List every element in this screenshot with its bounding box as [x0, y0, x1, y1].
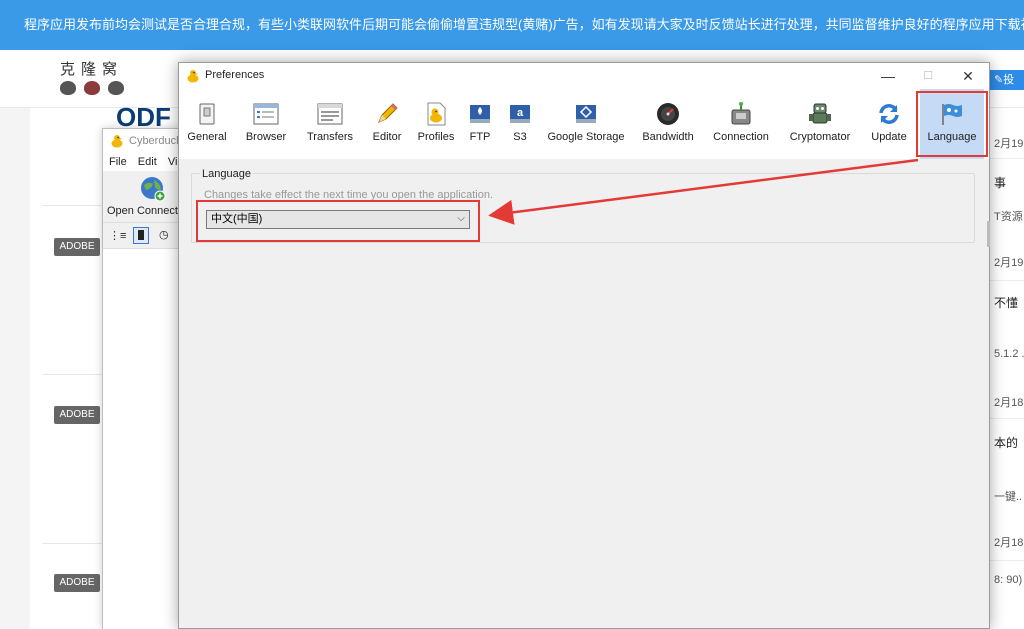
post-button[interactable]: ✎投 [988, 70, 1024, 90]
tab-label: FTP [469, 131, 491, 143]
menu-file[interactable]: File [109, 156, 127, 168]
list-item-date: 2月19 [994, 138, 1024, 150]
site-notice-banner: 程序应用发布前均会测试是否合理合规，有些小类联网软件后期可能会偷偷增置违规型(黄… [0, 0, 1024, 50]
maximize-button: ☐ [923, 70, 933, 82]
tab-ftp[interactable]: FTP [465, 89, 495, 159]
amazon-s3-icon: a [510, 105, 530, 123]
tab-transfers[interactable]: Transfers [303, 89, 357, 159]
cyberduck-title: Cyberduck [129, 135, 181, 147]
divider [42, 205, 102, 206]
list-item-date: 2月18 [994, 537, 1024, 549]
list-item-title[interactable]: 事 [994, 174, 1006, 191]
tab-label: Connection [713, 131, 769, 143]
ftp-drive-icon [470, 105, 490, 123]
tab-label: Profiles [417, 131, 455, 143]
cyberduck-view-bar: ⋮≡ ◷ [103, 223, 181, 249]
tab-s3[interactable]: a S3 [505, 89, 535, 159]
preferences-toolbar: General Browser Transfers Editor Profile… [179, 89, 989, 159]
bookmarks-icon[interactable] [133, 227, 149, 244]
site-logo-mark [60, 81, 140, 98]
list-item-desc: T资源 [994, 211, 1023, 223]
tab-label: General [187, 131, 227, 143]
post-button-label: 投 [1003, 74, 1015, 86]
tab-label: S3 [513, 131, 527, 143]
robot-icon [809, 103, 831, 124]
site-right-column: 2月19 事 T资源 2月19 不懂 5.1.2 .. 2月18 本的 一键..… [990, 108, 1024, 629]
tab-update[interactable]: Update [867, 89, 911, 159]
annotation-highlight-box [916, 91, 988, 157]
preferences-title: Preferences [205, 69, 265, 81]
duck-icon [187, 70, 199, 83]
refresh-icon [879, 104, 899, 124]
divider [42, 543, 102, 544]
category-tag[interactable]: ADOBE [54, 574, 100, 592]
list-item-desc: 8: 90) [994, 574, 1023, 586]
list-item-date: 2月18 [994, 397, 1024, 409]
outline-view-icon[interactable]: ⋮≡ [109, 229, 126, 242]
gauge-icon [657, 103, 679, 125]
site-left-gutter [0, 108, 30, 629]
network-plug-icon [731, 102, 751, 125]
cyberduck-bookmark-list [103, 249, 181, 629]
category-tag[interactable]: ADOBE [54, 238, 100, 256]
tab-label: Transfers [306, 131, 354, 143]
tab-editor[interactable]: Editor [367, 89, 407, 159]
google-storage-icon [576, 105, 596, 123]
cyberduck-menubar: File Edit Vi [103, 153, 181, 171]
scrollbar-thumb[interactable] [987, 221, 990, 247]
site-logo[interactable]: 克隆窝 [60, 58, 140, 102]
history-icon[interactable]: ◷ [159, 228, 169, 241]
minimize-button[interactable]: — [867, 63, 909, 89]
annotation-select-box [196, 200, 480, 242]
tab-google-storage[interactable]: Google Storage [543, 89, 629, 159]
tab-label: Browser [245, 131, 287, 143]
cyberduck-titlebar: Cyberduck [103, 129, 181, 153]
duck-icon [111, 135, 123, 148]
browser-window-icon [253, 103, 279, 125]
preferences-window: Preferences — ☐ ✕ General Browser Transf… [178, 62, 990, 629]
tab-label: Update [871, 131, 907, 143]
tab-browser[interactable]: Browser [241, 89, 291, 159]
svg-text:a: a [517, 107, 524, 119]
divider [42, 374, 102, 375]
tab-bandwidth[interactable]: Bandwidth [639, 89, 697, 159]
pencil-icon [378, 103, 398, 123]
category-tag[interactable]: ADOBE [54, 406, 100, 424]
edit-icon: ✎ [994, 74, 1004, 86]
list-item-desc: 5.1.2 .. [994, 348, 1024, 360]
list-item-desc: 一键.. [994, 491, 1023, 503]
list-item-title[interactable]: 不懂 [994, 294, 1018, 311]
globe-icon [141, 177, 166, 202]
app-logo: ODF [116, 102, 171, 132]
cyberduck-main-window: Cyberduck File Edit Vi Open Connection ⋮… [102, 128, 193, 629]
divider [990, 158, 1024, 159]
menu-edit[interactable]: Edit [138, 156, 157, 168]
tab-general[interactable]: General [185, 89, 229, 159]
tab-label: Cryptomator [789, 131, 851, 143]
tab-label: Editor [372, 131, 402, 143]
profile-document-icon [427, 102, 446, 126]
open-connection-button[interactable]: Open Connection [103, 171, 193, 223]
tab-profiles[interactable]: Profiles [415, 89, 457, 159]
close-button[interactable]: ✕ [947, 63, 989, 89]
switch-icon [199, 103, 215, 125]
transfers-list-icon [317, 103, 343, 125]
language-group-title: Language [200, 168, 253, 180]
tab-label: Google Storage [547, 131, 625, 143]
menu-view[interactable]: Vi [168, 156, 178, 168]
divider [990, 418, 1024, 419]
tab-cryptomator[interactable]: Cryptomator [783, 89, 857, 159]
tab-label: Bandwidth [642, 131, 694, 143]
divider [990, 560, 1024, 561]
preferences-titlebar: Preferences — ☐ ✕ [179, 63, 989, 89]
tab-connection[interactable]: Connection [709, 89, 773, 159]
list-item-date: 2月19 [994, 257, 1024, 269]
divider [990, 280, 1024, 281]
list-item-title[interactable]: 本的 [994, 434, 1018, 451]
cyberduck-toolbar: Open Connection [103, 171, 193, 223]
site-logo-text: 克隆窝 [60, 60, 124, 78]
